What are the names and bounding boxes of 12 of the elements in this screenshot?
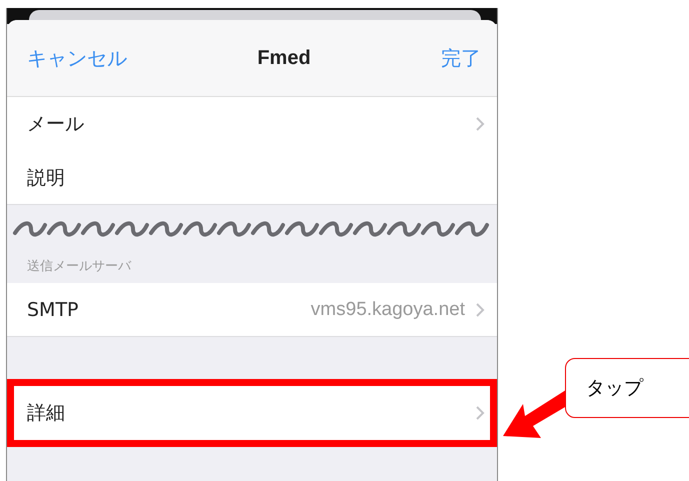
settings-row[interactable]: 詳細 <box>7 379 497 447</box>
settings-row[interactable]: SMTP vms95.kagoya.net <box>7 283 497 337</box>
settings-row[interactable]: 説明 <box>7 151 497 205</box>
row-value: vms95.kagoya.net <box>310 298 465 320</box>
sheet-title: Fmed <box>257 46 311 70</box>
row-label: 詳細 <box>27 401 65 426</box>
row-label: SMTP <box>27 298 79 320</box>
section-header: 送信メールサーバ <box>26 258 132 275</box>
row-label: メール <box>27 112 84 137</box>
callout-label: タップ <box>565 358 689 418</box>
settings-row[interactable]: メール <box>7 97 497 151</box>
row-label: 説明 <box>27 166 65 190</box>
